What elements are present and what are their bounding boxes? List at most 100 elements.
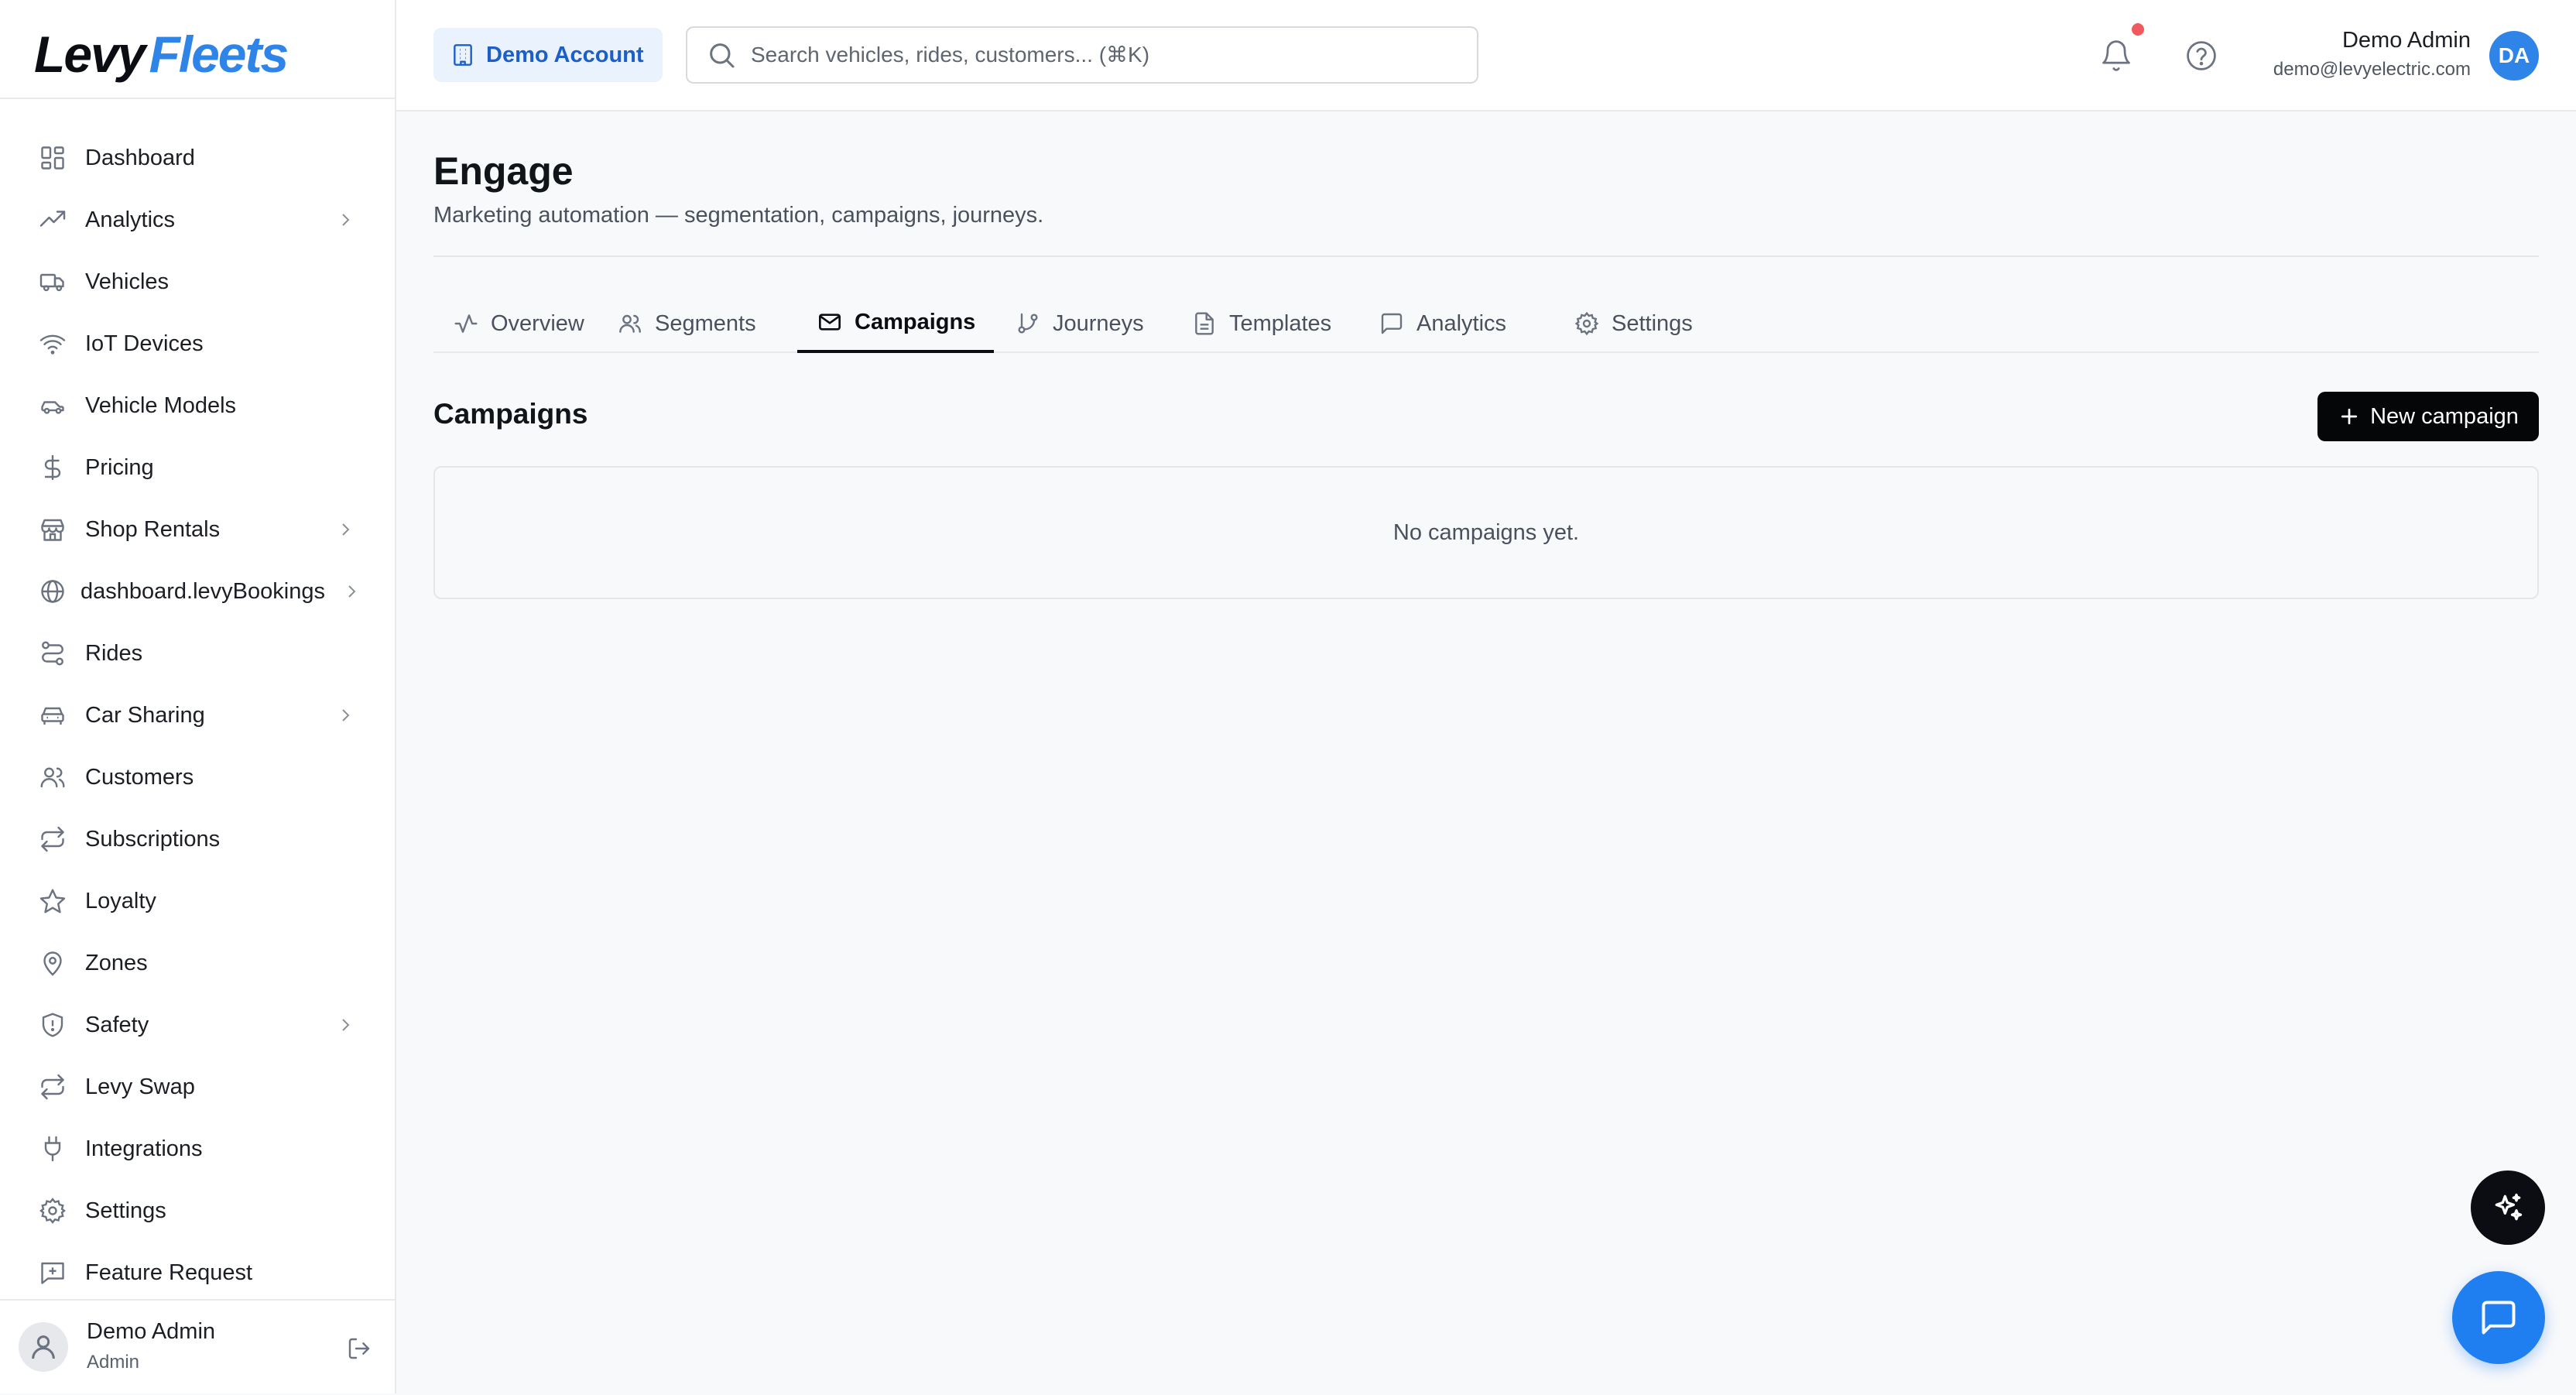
sidebar-item-customers[interactable]: Customers [22,752,368,802]
globe-icon [36,574,70,608]
tab-settings[interactable]: Settings [1554,294,1711,353]
dashboard-grid-icon [36,141,70,175]
message-plus-icon [36,1256,70,1290]
top-header: Demo Account Demo Admin demo@levyelectri… [396,0,2576,111]
sidebar-item-label: Customers [85,764,194,790]
footer-user-role: Admin [87,1352,140,1373]
page-title: Engage [433,149,574,193]
empty-state-message: No campaigns yet. [1392,519,1580,545]
sidebar-item-label: Settings [85,1198,166,1223]
truck-icon [36,265,70,299]
account-switcher[interactable]: Demo Account [433,28,663,82]
sidebar-divider [0,98,395,99]
notification-badge [2132,23,2144,36]
search-input[interactable] [749,42,1449,68]
sidebar-item-pricing[interactable]: Pricing [22,443,368,492]
sidebar-item-vehicles[interactable]: Vehicles [22,257,368,307]
help-button[interactable] [2180,34,2223,77]
logout-button[interactable] [344,1333,375,1364]
header-user-name: Demo Admin [2341,28,2471,53]
sidebar-item-zones[interactable]: Zones [22,938,368,988]
users-icon [616,310,644,338]
sidebar-item-label: Rides [85,640,143,666]
map-pin-icon [36,946,70,980]
brand-logo-part2: Fleets [149,26,289,83]
sidebar-item-label: Zones [85,950,148,975]
building-icon [450,43,475,67]
brand-logo-part1: Levy [34,26,146,83]
swap-icon [36,1070,70,1104]
sidebar-item-vehicle-models[interactable]: Vehicle Models [22,381,368,430]
tab-label: Segments [655,310,756,336]
tab-analytics[interactable]: Analytics [1359,294,1525,353]
sidebar-item-label: Vehicles [85,269,170,294]
search-icon [706,39,737,70]
sidebar-item-label: Integrations [85,1136,203,1161]
tab-journeys[interactable]: Journeys [995,294,1163,353]
route-icon [36,636,70,670]
tab-label: Settings [1612,310,1693,336]
tab-label: Analytics [1416,310,1507,336]
sidebar-item-levy-swap[interactable]: Levy Swap [22,1062,368,1112]
sidebar-item-levy-bookings[interactable]: dashboard.levyBookings [22,567,368,616]
sidebar-item-feature-request[interactable]: Feature Request [22,1248,368,1297]
gear-icon [36,1194,70,1228]
sidebar-item-settings[interactable]: Settings [22,1186,368,1236]
dollar-icon [36,451,70,485]
chat-support-button[interactable] [2452,1271,2545,1364]
file-text-icon [1190,310,1218,338]
chevron-right-icon [342,582,361,601]
tab-label: Overview [491,310,584,336]
ai-assistant-button[interactable] [2471,1170,2545,1245]
sidebar-item-integrations[interactable]: Integrations [22,1124,368,1174]
brand-logo[interactable]: Levy Fleets [34,15,359,93]
sparkles-icon [2491,1191,2525,1225]
global-search [686,26,1478,84]
sidebar-item-rides[interactable]: Rides [22,629,368,678]
sidebar: LevyFleets Dashboard Analytics Vehicles [0,0,396,1393]
help-circle-icon [2184,39,2218,73]
store-icon [36,512,70,547]
engage-tabs: Overview Segments Campaigns Journeys Tem… [433,294,2539,353]
avatar[interactable] [19,1322,68,1372]
chevron-right-icon [336,706,355,725]
sidebar-item-iot-devices[interactable]: IoT Devices [22,319,368,368]
tab-templates[interactable]: Templates [1172,294,1350,353]
chevron-right-icon [336,1016,355,1034]
sidebar-item-analytics[interactable]: Analytics [22,195,368,245]
sidebar-item-car-sharing[interactable]: Car Sharing [22,691,368,740]
sidebar-item-label: Loyalty [85,888,156,913]
notifications-button[interactable] [2095,34,2138,77]
tab-label: Templates [1229,310,1332,336]
trending-up-icon [36,203,70,237]
tab-label: Journeys [1053,310,1144,336]
sidebar-item-dashboard[interactable]: Dashboard [22,133,368,183]
sidebar-item-safety[interactable]: Safety [22,1000,368,1050]
sidebar-item-label: Feature Request [85,1260,253,1285]
chevron-right-icon [336,211,355,229]
sidebar-item-subscriptions[interactable]: Subscriptions [22,814,368,864]
section-title: Campaigns [433,398,588,430]
sidebar-user-footer: Demo Admin Admin [0,1299,395,1395]
sidebar-item-label: Levy Swap [85,1074,195,1099]
tab-segments[interactable]: Segments [598,294,775,353]
star-icon [36,884,70,918]
footer-user-name: Demo Admin [87,1319,216,1344]
plus-icon [2338,405,2361,428]
car-icon [36,389,70,423]
new-campaign-button[interactable]: New campaign [2317,392,2539,441]
mail-icon [816,308,844,336]
git-branch-icon [1014,310,1042,338]
chat-icon [2478,1297,2519,1338]
tab-campaigns[interactable]: Campaigns [797,294,995,353]
sidebar-item-shop-rentals[interactable]: Shop Rentals [22,505,368,554]
tab-label: Campaigns [855,309,976,334]
sidebar-item-label: Analytics [85,207,176,232]
sidebar-item-loyalty[interactable]: Loyalty [22,876,368,926]
sidebar-item-label: Safety [85,1012,149,1037]
user-avatar[interactable]: DA [2489,31,2539,81]
page-subtitle: Marketing automation — segmentation, cam… [433,203,1044,228]
sidebar-item-label: Subscriptions [85,826,221,852]
tab-overview[interactable]: Overview [433,294,603,353]
gear-icon [1573,310,1601,338]
